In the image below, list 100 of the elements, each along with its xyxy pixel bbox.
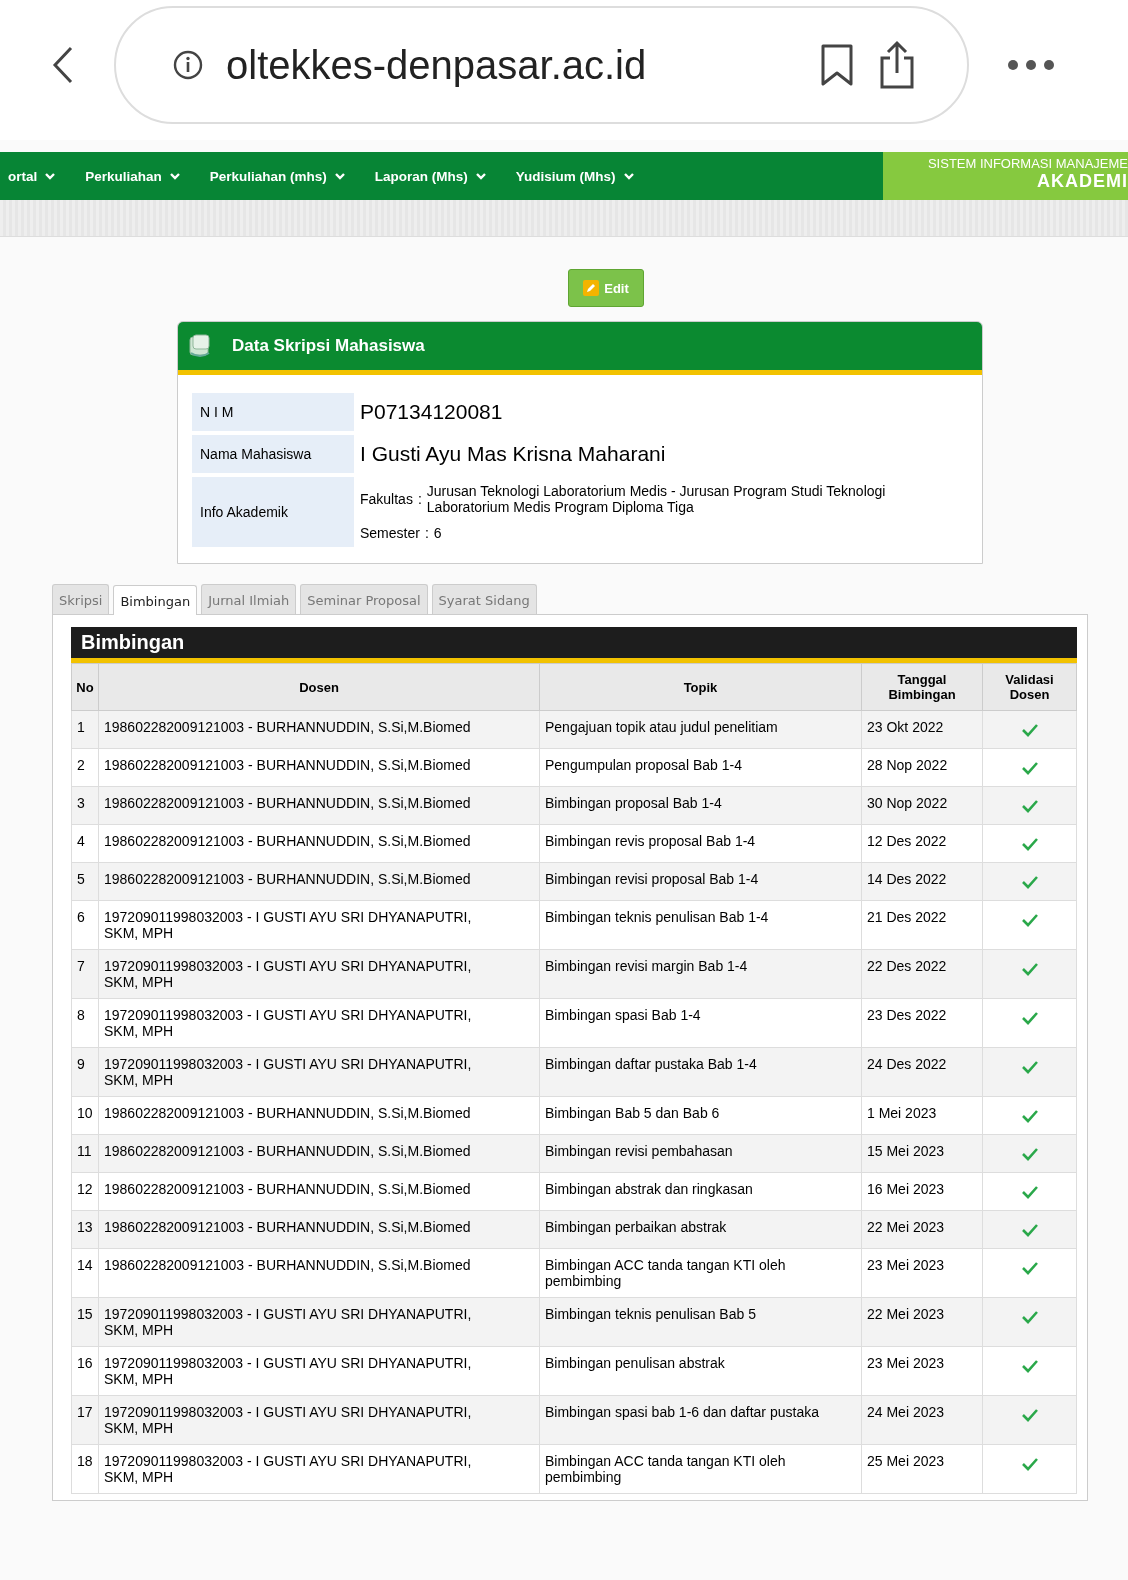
tab[interactable]: Jurnal Ilmiah <box>201 584 297 614</box>
table-cell: 8 <box>71 998 99 1048</box>
table-cell: 197209011998032003 - I GUSTI AYU SRI DHYANAPUTRI, SKM, MPH <box>98 998 540 1048</box>
table-cell: 25 Mei 2023 <box>861 1444 983 1494</box>
table-cell: 198602282009121003 - BURHANNUDDIN, S.Si,M.Biomed <box>98 748 540 787</box>
table-cell: 6 <box>71 900 99 950</box>
table-cell: Bimbingan teknis penulisan Bab 5 <box>539 1297 862 1347</box>
field-label: Fakultas <box>360 491 413 507</box>
nav-menu-item[interactable]: Perkuliahan <box>85 168 180 184</box>
table-cell: 197209011998032003 - I GUSTI AYU SRI DHYANAPUTRI, SKM, MPH <box>98 1047 540 1097</box>
table-cell: 22 Mei 2023 <box>861 1297 983 1347</box>
table-cell: 198602282009121003 - BURHANNUDDIN, S.Si,M.Biomed <box>98 710 540 749</box>
table-cell: Bimbingan revis proposal Bab 1-4 <box>539 824 862 863</box>
table-cell: Bimbingan Bab 5 dan Bab 6 <box>539 1096 862 1135</box>
table-cell: Bimbingan penulisan abstrak <box>539 1346 862 1396</box>
table-cell: 198602282009121003 - BURHANNUDDIN, S.Si,M.Biomed <box>98 1096 540 1135</box>
table-cell: Bimbingan ACC tanda tangan KTI oleh pembimbing <box>539 1248 862 1298</box>
table-cell: 197209011998032003 - I GUSTI AYU SRI DHYANAPUTRI, SKM, MPH <box>98 900 540 950</box>
table-cell: 13 <box>71 1210 99 1249</box>
card-title: Data Skripsi Mahasiswa <box>232 336 425 356</box>
tab[interactable]: Syarat Sidang <box>431 584 537 614</box>
table-cell: 198602282009121003 - BURHANNUDDIN, S.Si,M.Biomed <box>98 824 540 863</box>
tab[interactable]: Skripsi <box>52 584 110 614</box>
table-cell: Bimbingan teknis penulisan Bab 1-4 <box>539 900 862 950</box>
tab[interactable]: Bimbingan <box>113 585 198 615</box>
table-cell: Bimbingan proposal Bab 1-4 <box>539 786 862 825</box>
table-cell: 197209011998032003 - I GUSTI AYU SRI DHYANAPUTRI, SKM, MPH <box>98 1395 540 1445</box>
table-cell: 15 Mei 2023 <box>861 1134 983 1173</box>
chevron-down-icon <box>45 172 56 180</box>
column-header: Topik <box>539 663 862 711</box>
column-header: No <box>71 663 99 711</box>
table-cell: Bimbingan perbaikan abstrak <box>539 1210 862 1249</box>
table-cell: 23 Mei 2023 <box>861 1346 983 1396</box>
table-cell: 197209011998032003 - I GUSTI AYU SRI DHYANAPUTRI, SKM, MPH <box>98 1297 540 1347</box>
table-cell: 23 Okt 2022 <box>861 710 983 749</box>
back-icon[interactable] <box>52 46 74 84</box>
table-cell: 9 <box>71 1047 99 1097</box>
table-cell: 198602282009121003 - BURHANNUDDIN, S.Si,M.Biomed <box>98 1172 540 1211</box>
table-cell: 18 <box>71 1444 99 1494</box>
table-title: Bimbingan <box>71 627 1077 663</box>
chevron-down-icon <box>169 172 180 180</box>
table-cell: 4 <box>71 824 99 863</box>
table-cell: 22 Mei 2023 <box>861 1210 983 1249</box>
chevron-down-icon <box>623 172 634 180</box>
table-cell: Bimbingan daftar pustaka Bab 1-4 <box>539 1047 862 1097</box>
tab[interactable]: Seminar Proposal <box>300 584 428 614</box>
table-cell: 3 <box>71 786 99 825</box>
field-label: Semester <box>360 525 420 541</box>
logo-subtitle: SISTEM INFORMASI MANAJEME <box>927 156 1128 171</box>
table-cell: Bimbingan revisi proposal Bab 1-4 <box>539 862 862 901</box>
table-cell: 12 Des 2022 <box>861 824 983 863</box>
separator-colon: : <box>424 525 429 541</box>
chevron-down-icon <box>475 172 486 180</box>
field-value: 6 <box>433 525 442 541</box>
more-icon[interactable] <box>1007 59 1055 71</box>
nav-menu-item[interactable]: Laporan (Mhs) <box>374 168 486 184</box>
table-cell: 198602282009121003 - BURHANNUDDIN, S.Si,M.Biomed <box>98 1210 540 1249</box>
table-cell: 1 Mei 2023 <box>861 1096 983 1135</box>
table-cell: Bimbingan spasi Bab 1-4 <box>539 998 862 1048</box>
field-value: Jurusan Teknologi Laboratorium Medis - Jurusan Program Studi Teknologi Laboratorium Medis Program Diploma Tiga <box>426 483 887 515</box>
table-cell: 11 <box>71 1134 99 1173</box>
column-header: Tanggal Bimbingan <box>861 663 983 711</box>
nav-menu-item[interactable]: Yudisium (Mhs) <box>515 168 634 184</box>
table-cell: Bimbingan ACC tanda tangan KTI oleh pembimbing <box>539 1444 862 1494</box>
field-value: P07134120081 <box>360 399 504 425</box>
bookmark-icon[interactable] <box>819 43 855 87</box>
nav-menu-item[interactable]: ortal <box>8 168 56 184</box>
table-cell: 198602282009121003 - BURHANNUDDIN, S.Si,M.Biomed <box>98 1134 540 1173</box>
table-cell: 14 <box>71 1248 99 1298</box>
table-cell: Bimbingan abstrak dan ringkasan <box>539 1172 862 1211</box>
field-label: Nama Mahasiswa <box>192 435 354 473</box>
books-icon <box>188 333 212 359</box>
address-bar[interactable]: oltekkes-denpasar.ac.id <box>114 6 969 124</box>
field-label: Info Akademik <box>192 477 354 547</box>
table-cell: 30 Nop 2022 <box>861 786 983 825</box>
table-cell: 7 <box>71 949 99 999</box>
chevron-down-icon <box>334 172 345 180</box>
logo-title: AKADEMI <box>1037 171 1128 192</box>
table-cell: 197209011998032003 - I GUSTI AYU SRI DHYANAPUTRI, SKM, MPH <box>98 949 540 999</box>
table-cell: 23 Mei 2023 <box>861 1248 983 1298</box>
separator-colon: : <box>417 491 422 507</box>
table-cell: 16 <box>71 1346 99 1396</box>
table-cell: 1 <box>71 710 99 749</box>
field-value: I Gusti Ayu Mas Krisna Maharani <box>360 441 667 467</box>
table-cell: 16 Mei 2023 <box>861 1172 983 1211</box>
table-cell: 15 <box>71 1297 99 1347</box>
table-cell: 12 <box>71 1172 99 1211</box>
table-cell: 17 <box>71 1395 99 1445</box>
table-cell: Bimbingan revisi pembahasan <box>539 1134 862 1173</box>
table-cell: 198602282009121003 - BURHANNUDDIN, S.Si,M.Biomed <box>98 1248 540 1298</box>
table-cell: 5 <box>71 862 99 901</box>
table-cell: Pengumpulan proposal Bab 1-4 <box>539 748 862 787</box>
field-label: N I M <box>192 393 354 431</box>
table-cell: Pengajuan topik atau judul penelitiam <box>539 710 862 749</box>
pencil-icon <box>583 280 600 296</box>
info-icon[interactable] <box>172 49 204 81</box>
table-cell: 14 Des 2022 <box>861 862 983 901</box>
table-cell: 197209011998032003 - I GUSTI AYU SRI DHYANAPUTRI, SKM, MPH <box>98 1444 540 1494</box>
table-cell: Bimbingan spasi bab 1-6 dan daftar pustaka <box>539 1395 862 1445</box>
nav-menu-item[interactable]: Perkuliahan (mhs) <box>209 168 345 184</box>
